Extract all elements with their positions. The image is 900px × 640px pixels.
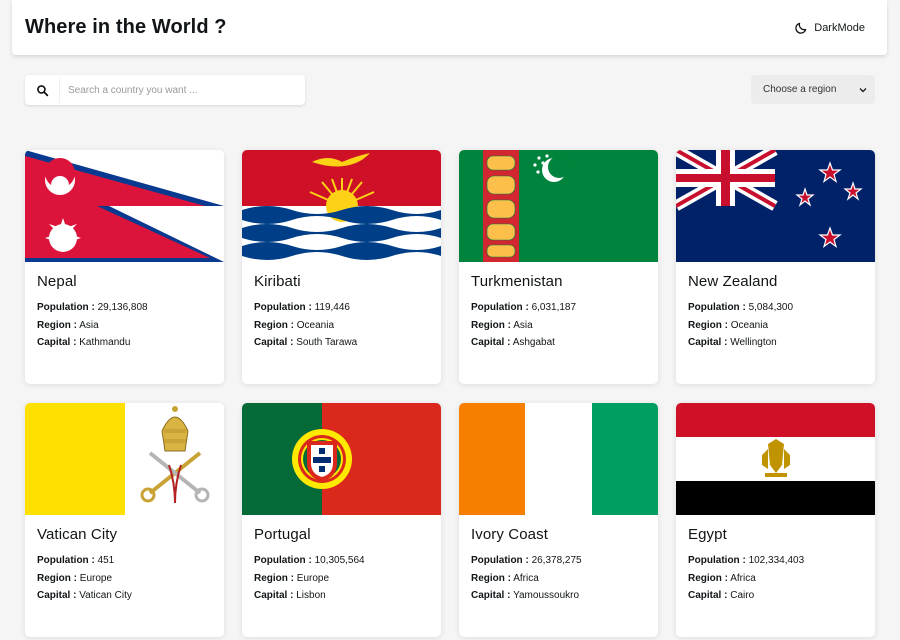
population-row: Population : 119,446 <box>254 302 350 313</box>
region-row: Region : Asia <box>471 319 533 331</box>
country-card-kiribati[interactable]: Kiribati Population : 119,446 Region : O… <box>242 150 441 384</box>
country-card-vatican-city[interactable]: Vatican City Population : 451 Region : E… <box>25 403 224 637</box>
capital-row: Capital : Lisbon <box>254 590 326 601</box>
flag-turkmenistan <box>459 150 658 262</box>
capital-row: Capital : Wellington <box>688 337 777 348</box>
search-icon[interactable] <box>25 84 59 97</box>
country-card-egypt[interactable]: Egypt Population : 102,334,403 Region : … <box>676 403 875 637</box>
country-name: Nepal <box>37 273 77 290</box>
capital-row: Capital : Vatican City <box>37 590 132 601</box>
country-card-new-zealand[interactable]: New Zealand Population : 5,084,300 Regio… <box>676 150 875 384</box>
flag-portugal <box>242 403 441 515</box>
population-row: Population : 5,084,300 <box>688 302 794 313</box>
capital-row: Capital : Cairo <box>688 590 755 601</box>
darkmode-toggle[interactable]: DarkMode <box>794 21 865 35</box>
flag-nepal <box>25 150 224 262</box>
capital-row: Capital : South Tarawa <box>254 337 358 348</box>
country-name: Kiribati <box>254 273 301 290</box>
region-row: Region : Oceania <box>254 319 335 331</box>
region-row: Region : Africa <box>471 572 539 584</box>
capital-row: Capital : Kathmandu <box>37 337 131 348</box>
country-name: Egypt <box>688 526 727 543</box>
population-row: Population : 6,031,187 <box>471 302 577 313</box>
flag-ivory-coast <box>459 403 658 515</box>
country-card-ivory-coast[interactable]: Ivory Coast Population : 26,378,275 Regi… <box>459 403 658 637</box>
population-row: Population : 451 <box>37 555 115 566</box>
capital-row: Capital : Ashgabat <box>471 337 555 348</box>
country-card-nepal[interactable]: Nepal Population : 29,136,808 Region : A… <box>25 150 224 384</box>
region-select[interactable]: Choose a region <box>751 75 875 104</box>
population-row: Population : 10,305,564 <box>254 555 365 566</box>
country-name: Ivory Coast <box>471 526 548 543</box>
population-row: Population : 29,136,808 <box>37 302 148 313</box>
flag-egypt <box>676 403 875 515</box>
app-header: Where in the World ? DarkMode <box>12 0 887 55</box>
search-bar <box>25 75 305 105</box>
country-name: New Zealand <box>688 273 778 290</box>
flag-new-zealand <box>676 150 875 262</box>
region-row: Region : Africa <box>688 572 756 584</box>
country-name: Portugal <box>254 526 311 543</box>
page-title: Where in the World ? <box>25 16 227 38</box>
search-input[interactable] <box>59 77 289 103</box>
capital-row: Capital : Yamoussoukro <box>471 590 580 601</box>
region-row: Region : Oceania <box>688 319 769 331</box>
region-row: Region : Europe <box>254 572 330 584</box>
country-name: Turkmenistan <box>471 273 563 290</box>
country-card-turkmenistan[interactable]: Turkmenistan Population : 6,031,187 Regi… <box>459 150 658 384</box>
population-row: Population : 26,378,275 <box>471 555 582 566</box>
country-card-portugal[interactable]: Portugal Population : 10,305,564 Region … <box>242 403 441 637</box>
region-row: Region : Europe <box>37 572 113 584</box>
darkmode-label: DarkMode <box>814 21 865 34</box>
moon-icon <box>795 22 807 34</box>
chevron-down-icon <box>859 87 867 92</box>
population-row: Population : 102,334,403 <box>688 555 805 566</box>
region-row: Region : Asia <box>37 319 99 331</box>
country-grid: Nepal Population : 29,136,808 Region : A… <box>25 150 875 637</box>
flag-vatican-city <box>25 403 224 515</box>
flag-kiribati <box>242 150 441 262</box>
country-name: Vatican City <box>37 526 118 543</box>
region-select-value: Choose a region <box>763 84 837 95</box>
